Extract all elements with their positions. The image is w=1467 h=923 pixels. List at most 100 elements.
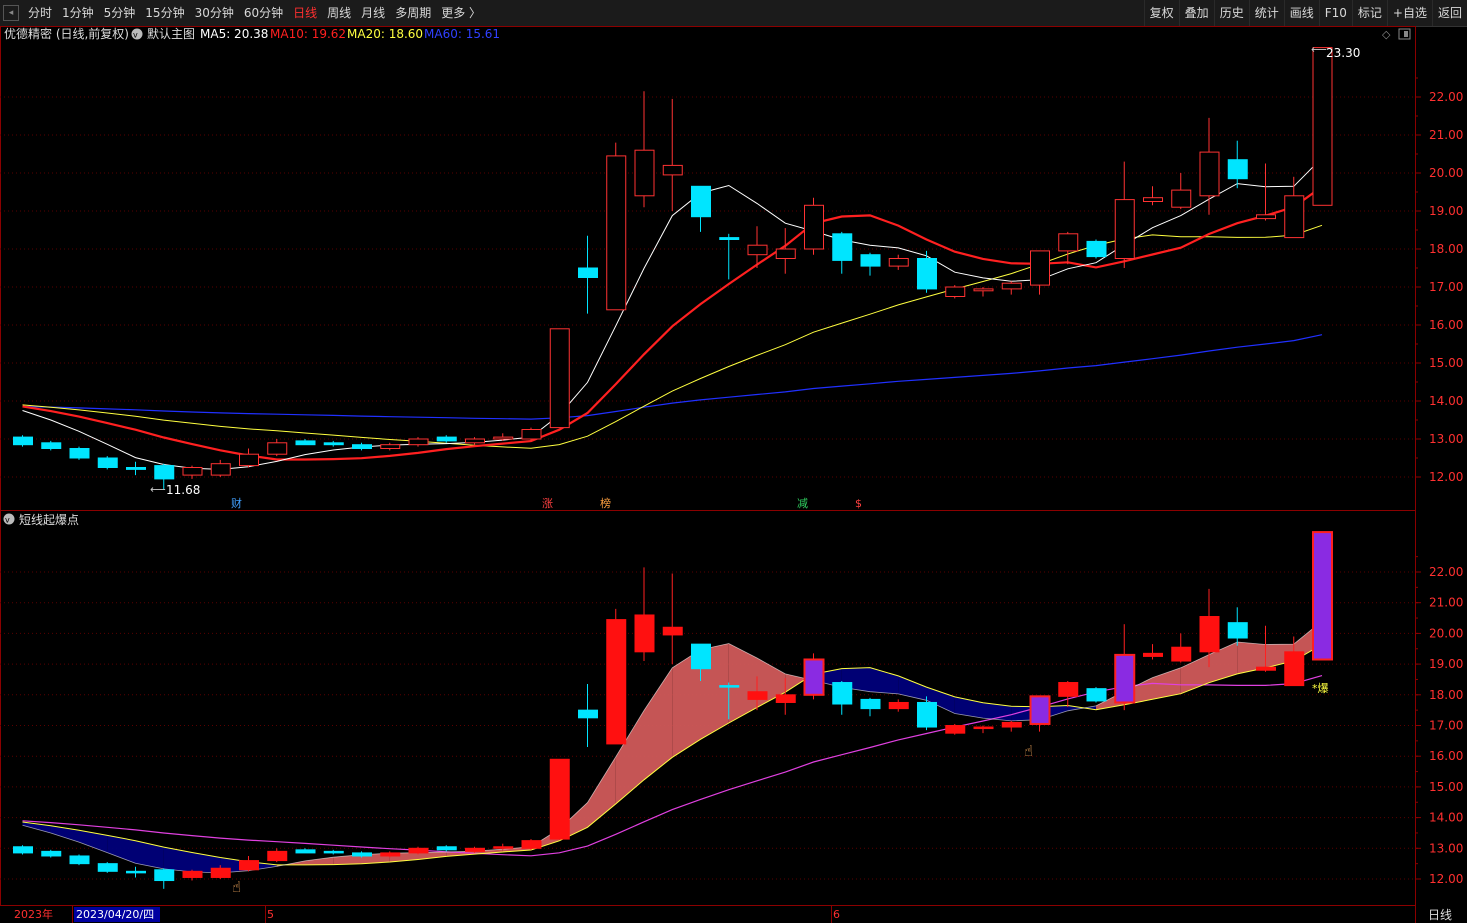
sub-candle[interactable] <box>578 684 598 747</box>
sub-candle[interactable] <box>1058 680 1079 708</box>
tab-daily[interactable]: 日线 <box>288 0 322 26</box>
candle[interactable] <box>888 254 909 270</box>
candle[interactable] <box>267 439 288 457</box>
candle[interactable] <box>775 228 796 274</box>
mark-button[interactable]: 标记 <box>1351 0 1387 26</box>
candle[interactable] <box>1143 186 1163 206</box>
collapse-icon[interactable]: ◂ <box>3 5 19 21</box>
event-label-dragon-tiger[interactable]: 榜 <box>600 496 611 510</box>
candle[interactable] <box>521 427 542 441</box>
adjust-button[interactable]: 复权 <box>1143 0 1179 26</box>
sub-candle[interactable] <box>97 862 118 873</box>
candle[interactable] <box>917 250 937 293</box>
sub-candle[interactable] <box>549 758 570 840</box>
candle[interactable] <box>1227 140 1248 189</box>
candle[interactable] <box>323 440 344 447</box>
candle[interactable] <box>1171 173 1192 210</box>
candle[interactable] <box>662 98 683 211</box>
candle[interactable] <box>1312 47 1333 206</box>
sub-candle[interactable] <box>239 855 259 872</box>
tab-multi-period[interactable]: 多周期 <box>390 0 436 26</box>
sub-candle[interactable] <box>521 839 542 850</box>
sub-candle[interactable] <box>803 653 825 700</box>
draw-button[interactable]: 画线 <box>1283 0 1319 26</box>
candle[interactable] <box>634 91 655 208</box>
candle[interactable] <box>719 233 740 280</box>
tab-1min[interactable]: 1分钟 <box>57 0 99 26</box>
tab-weekly[interactable]: 周线 <box>322 0 356 26</box>
event-label-limit-up[interactable]: 涨 <box>542 497 553 510</box>
event-label-dividend[interactable]: $ <box>855 497 862 510</box>
tab-60min[interactable]: 60分钟 <box>239 0 288 26</box>
sub-candle[interactable] <box>1171 633 1192 663</box>
sub-candle[interactable] <box>888 699 909 712</box>
sub-candle[interactable] <box>634 567 655 662</box>
candle[interactable] <box>97 456 118 470</box>
sub-candle[interactable] <box>1312 531 1333 661</box>
candle[interactable] <box>436 435 457 443</box>
sub-candle[interactable] <box>13 845 33 855</box>
candle[interactable] <box>973 287 994 297</box>
candle[interactable] <box>1001 281 1022 295</box>
sub-candle[interactable] <box>1086 687 1107 703</box>
tab-30min[interactable]: 30分钟 <box>190 0 239 26</box>
tab-5min[interactable]: 5分钟 <box>99 0 141 26</box>
diamond-icon[interactable]: ◇ <box>1382 28 1391 41</box>
sub-candle[interactable] <box>436 845 457 852</box>
tab-more[interactable]: 更多 〉 <box>436 0 486 26</box>
candle[interactable] <box>747 226 768 268</box>
candle[interactable] <box>1030 250 1050 295</box>
sub-candle[interactable] <box>1143 644 1163 660</box>
sub-candle[interactable] <box>69 854 90 866</box>
back-button[interactable]: 返回 <box>1431 0 1467 26</box>
template-label[interactable]: 默认主图 <box>147 26 195 41</box>
sub-candle[interactable] <box>1227 607 1248 646</box>
kline-chart[interactable]: 22.00 21.00 20.00 19.00 18.00 17.00 16.00 15.00… <box>0 26 1467 923</box>
candle[interactable] <box>804 197 824 255</box>
tab-fenshi[interactable]: 分时 <box>23 0 57 26</box>
stats-button[interactable]: 统计 <box>1248 0 1284 26</box>
sub-candle[interactable] <box>662 573 683 665</box>
sub-candle[interactable] <box>973 725 994 734</box>
candle[interactable] <box>832 231 853 274</box>
sub-candle[interactable] <box>267 848 288 863</box>
candle[interactable] <box>41 440 62 451</box>
sub-candle[interactable] <box>126 866 146 878</box>
event-label-reduce[interactable]: 减 <box>797 497 808 510</box>
sub-candle[interactable] <box>860 697 881 717</box>
candle[interactable] <box>69 446 90 460</box>
sub-candle[interactable] <box>1029 695 1051 732</box>
indicator-name[interactable]: 短线起爆点 <box>19 513 79 527</box>
candle[interactable] <box>691 185 711 232</box>
candle[interactable] <box>945 285 966 299</box>
candle[interactable] <box>239 448 259 468</box>
sub-candle[interactable] <box>408 846 429 855</box>
overlay-button[interactable]: 叠加 <box>1178 0 1214 26</box>
candle[interactable] <box>1114 161 1135 268</box>
tab-15min[interactable]: 15分钟 <box>140 0 189 26</box>
add-watchlist-button[interactable]: +自选 <box>1386 0 1432 26</box>
history-button[interactable]: 历史 <box>1213 0 1249 26</box>
candle[interactable] <box>13 435 33 447</box>
candle[interactable] <box>1058 231 1079 265</box>
sub-candle[interactable] <box>832 680 853 715</box>
candle[interactable] <box>182 465 203 479</box>
candle[interactable] <box>126 461 146 476</box>
event-label-finance[interactable]: 财 <box>231 496 242 510</box>
sub-candle[interactable] <box>1001 720 1022 732</box>
candle[interactable] <box>1086 239 1107 259</box>
sub-candle[interactable] <box>182 869 203 881</box>
sub-candle[interactable] <box>1114 624 1136 711</box>
candle[interactable] <box>352 442 372 451</box>
candle[interactable] <box>210 459 231 477</box>
sub-candle[interactable] <box>295 848 316 854</box>
sub-candle[interactable] <box>606 608 627 745</box>
candle[interactable] <box>465 437 485 445</box>
f10-button[interactable]: F10 <box>1318 0 1352 26</box>
candle[interactable] <box>549 328 570 429</box>
candle[interactable] <box>1199 117 1220 215</box>
candle[interactable] <box>1256 163 1276 221</box>
sub-candle[interactable] <box>945 723 966 735</box>
candle[interactable] <box>578 235 598 314</box>
tab-monthly[interactable]: 月线 <box>356 0 390 26</box>
